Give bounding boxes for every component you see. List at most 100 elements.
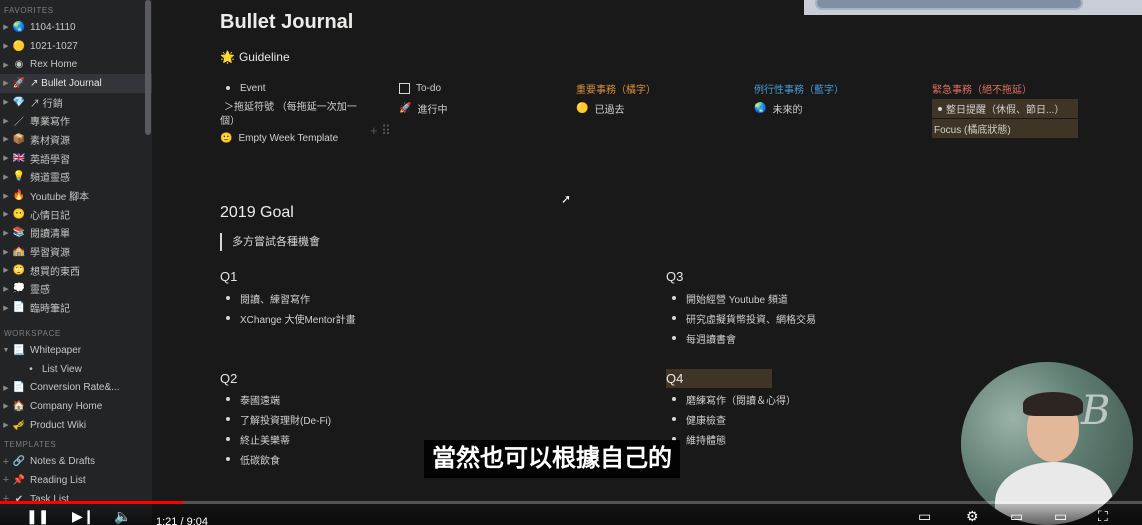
chevron-right-icon[interactable]: ▶ [0,173,12,181]
dot-icon: • [29,363,33,375]
in-progress-label: 進行中 [417,104,448,116]
sidebar-item[interactable]: ▶ 💭 靈感 [0,280,152,299]
sidebar-item[interactable]: ▶ 🚀 ↗ Bullet Journal [0,74,152,93]
next-icon[interactable]: ▶❙ [72,508,95,525]
sidebar-item[interactable]: ▶ 🔥 Youtube 腳本 [0,186,152,205]
chevron-right-icon[interactable]: ▶ [0,285,12,293]
event-label: Event [240,82,266,94]
plus-icon[interactable]: + [0,456,12,468]
sidebar: FAVORITES ▶ 🌏 1104-1110 ▶ 🟡 1021-1027 ▶ ◉ Rex Ho… [0,0,152,525]
pause-icon[interactable]: ❚❚ [26,508,49,525]
bullet-icon [226,316,230,320]
sidebar-item[interactable]: ▶ 💡 頻道靈感 [0,168,152,187]
bullet-icon [226,457,230,461]
sidebar-item[interactable]: ▶ 📄 Conversion Rate&... [0,378,152,397]
chevron-right-icon[interactable]: ▶ [0,402,12,410]
chevron-right-icon[interactable]: ▶ [0,248,12,256]
plus-icon[interactable]: + [0,474,12,486]
sidebar-scrollbar[interactable] [145,0,151,135]
sidebar-item[interactable]: ▶ 🏠 Company Home [0,397,152,416]
postpone-row: ＞拖延符號 （每拖延一次加一 [220,98,370,113]
template-item-label: Notes & Drafts [30,456,96,468]
sidebar-item[interactable]: ▶ 🙄 想買的東西 [0,261,152,280]
all-day-reminder-label: 整日提醒（休假、節日...） [946,105,1065,116]
q3-heading: Q3 [666,269,684,284]
postpone-label: ＞拖延符號 （每拖延一次加一 [224,101,357,113]
chevron-right-icon[interactable]: ▶ [0,42,12,50]
settings-icon[interactable]: ⚙ [966,508,979,525]
chevron-right-icon[interactable]: ▶ [0,192,12,200]
focus-row: Focus (橘底狀態) [932,119,1078,138]
template-label: Empty Week Template [238,132,339,144]
sidebar-item[interactable]: ▶ ◉ Rex Home [0,55,152,74]
sidebar-item[interactable]: ▶ ／ 專業寫作 [0,111,152,130]
sidebar-item[interactable]: ▶ 📦 素材資源 [0,130,152,149]
template-item[interactable]: + 🔗 Notes & Drafts [0,452,152,471]
sidebar-item[interactable]: ▶ 🏫 學習資源 [0,242,152,261]
lightbulb-icon: 💡 [12,171,26,183]
sidebar-item[interactable]: ▶ 🇬🇧 英語學習 [0,149,152,168]
yellow-circle-icon: 🟡 [576,102,589,114]
sidebar-item[interactable]: ▶ 📚 閱讀清單 [0,224,152,243]
empty-week-template-link[interactable]: 🙂 Empty Week Template [220,128,370,148]
fire-icon: 🔥 [12,190,26,202]
list-item: 泰國遠端 [220,389,520,409]
sidebar-item-label: 心情日記 [30,210,70,222]
list-item-text: 低碳飲食 [240,455,280,467]
chevron-down-icon[interactable]: ▼ [0,347,12,354]
block-drag-handle[interactable]: + ⠿ [370,123,391,139]
bullet-icon [226,296,230,300]
chevron-right-icon[interactable]: ▶ [0,23,12,31]
chevron-right-icon[interactable]: ▶ [0,135,12,143]
presenter-hair [1023,392,1083,416]
chevron-right-icon[interactable]: ▶ [0,79,12,87]
fullscreen-icon[interactable]: ⛶ [1098,508,1108,525]
volume-icon[interactable]: 🔈 [114,508,131,525]
sidebar-item[interactable]: ▼ 📃 Whitepaper [0,341,152,360]
workspace-section-label: WORKSPACE [4,329,61,338]
chevron-right-icon[interactable]: ▶ [0,61,12,69]
sparkle-icon: 🌟 [220,50,235,64]
sidebar-item[interactable]: ▶ 🎺 Product Wiki [0,416,152,435]
sidebar-item[interactable]: • List View [0,360,152,379]
rocket-icon: 🚀 [12,77,26,89]
sidebar-item-label: Conversion Rate&... [30,382,120,394]
bullet-icon [672,316,676,320]
chevron-right-icon[interactable]: ▶ [0,421,12,429]
legend-column-4: 例行性事務（藍字） 🌏 未來的 [754,78,914,118]
bullet-icon [672,296,676,300]
box-icon: 📦 [12,133,26,145]
chevron-right-icon[interactable]: ▶ [0,210,12,218]
sidebar-item[interactable]: ▶ 🟡 1021-1027 [0,37,152,56]
goal-heading: 2019 Goal [220,204,294,221]
chevron-right-icon[interactable]: ▶ [0,266,12,274]
list-item-text: 了解投資理財(De-Fi) [240,415,332,427]
chevron-right-icon[interactable]: ▶ [0,384,12,392]
chevron-right-icon[interactable]: ▶ [0,229,12,237]
bullet-icon [226,397,230,401]
sidebar-item[interactable]: ▶ 😶 心情日記 [0,205,152,224]
postpone-label-cont: 個） [220,115,240,127]
chevron-right-icon[interactable]: ▶ [0,154,12,162]
sidebar-item[interactable]: ▶ 🌏 1104-1110 [0,18,152,37]
sidebar-item[interactable]: ▶ 💎 ↗ 行銷 [0,93,152,112]
sidebar-item-label: 1104-1110 [30,21,76,33]
focus-label: Focus (橘底狀態) [934,125,1011,136]
list-item-text: 研究虛擬貨幣投資、網格交易 [686,314,816,326]
template-item[interactable]: + 📌 Reading List [0,471,152,490]
subtitles-icon[interactable]: ▭ [918,508,931,525]
sidebar-item-label: Youtube 腳本 [30,192,90,204]
chevron-right-icon[interactable]: ▶ [0,304,12,312]
speech-bubble-icon: 💭 [12,283,26,295]
q1-heading: Q1 [220,269,238,284]
todo-checkbox[interactable] [399,82,410,94]
miniplayer-icon[interactable]: ▭ [1010,508,1023,525]
list-item: 每週讀書會 [666,328,966,348]
theater-icon[interactable]: ▭ [1054,508,1067,525]
bookmark-icon: 📌 [12,474,26,486]
sidebar-item[interactable]: ▶ 📄 臨時筆記 [0,298,152,317]
list-item: XChange 大使Mentor計畫 [220,308,520,328]
chevron-right-icon[interactable]: ▶ [0,98,12,106]
chevron-right-icon[interactable]: ▶ [0,117,12,125]
sidebar-item-label: 素材資源 [30,135,70,147]
